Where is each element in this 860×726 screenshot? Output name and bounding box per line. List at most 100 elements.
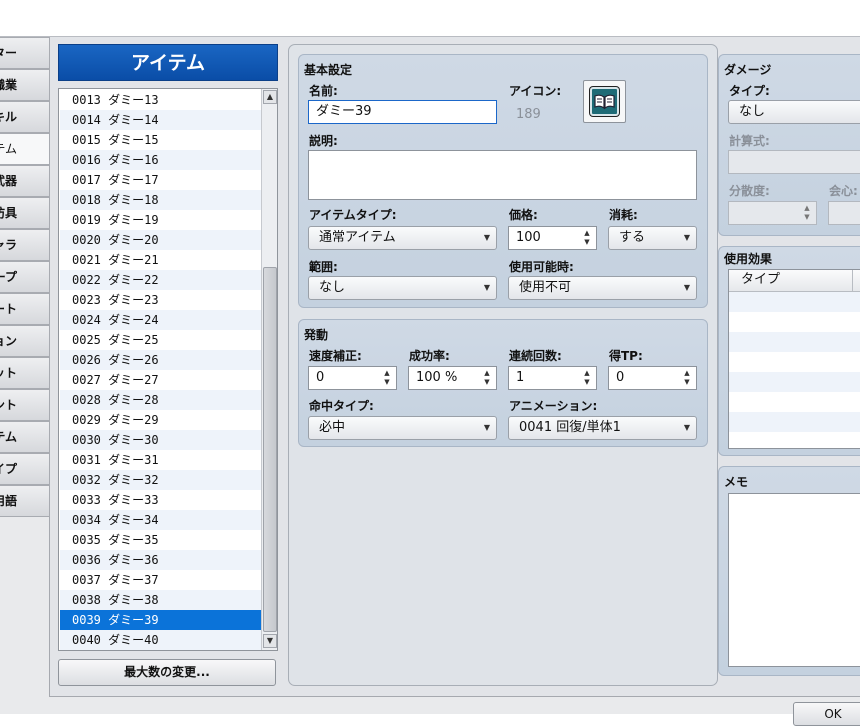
list-item[interactable]: 0018 ダミー18 [60, 190, 262, 210]
list-item[interactable]: 0036 ダミー36 [60, 550, 262, 570]
spinner-icon[interactable]: ▲ ▼ [582, 369, 592, 387]
list-item[interactable]: 0017 ダミー17 [60, 170, 262, 190]
list-item[interactable]: 0023 ダミー23 [60, 290, 262, 310]
table-row[interactable] [729, 332, 860, 352]
list-item[interactable]: 0019 ダミー19 [60, 210, 262, 230]
description-label: 説明: [309, 134, 338, 148]
tab-skills[interactable]: スキル [0, 101, 50, 133]
scroll-down-icon[interactable]: ▼ [263, 634, 277, 648]
scope-select[interactable]: なし ▼ [308, 276, 497, 300]
price-input[interactable]: 100 ▲ ▼ [508, 226, 597, 250]
ok-button[interactable]: OK [793, 702, 860, 726]
list-item[interactable]: 0034 ダミー34 [60, 510, 262, 530]
tab-armors[interactable]: 防具 [0, 197, 50, 229]
list-item[interactable]: 0022 ダミー22 [60, 270, 262, 290]
tab-system[interactable]: システム [0, 421, 50, 453]
icon-index: 189 [516, 107, 541, 122]
change-max-button[interactable]: 最大数の変更... [58, 659, 276, 686]
spinner-icon[interactable]: ▲ ▼ [382, 369, 392, 387]
tab-types[interactable]: タイプ [0, 453, 50, 485]
critical-select[interactable] [828, 201, 860, 225]
formula-input[interactable] [728, 150, 860, 174]
tab-classes[interactable]: 職業 [0, 69, 50, 101]
list-item[interactable]: 0038 ダミー38 [60, 590, 262, 610]
repeat-label: 連続回数: [509, 349, 562, 363]
icon-picker[interactable] [583, 80, 626, 123]
list-item[interactable]: 0014 ダミー14 [60, 110, 262, 130]
list-item[interactable]: 0040 ダミー40 [60, 630, 262, 650]
animation-select[interactable]: 0041 回復/単体1 ▼ [508, 416, 697, 440]
list-item[interactable]: 0028 ダミー28 [60, 390, 262, 410]
tp-label: 得TP: [609, 349, 643, 363]
scroll-up-icon[interactable]: ▲ [263, 90, 277, 104]
list-item[interactable]: 0037 ダミー37 [60, 570, 262, 590]
tab-troops[interactable]: 敵グループ [0, 261, 50, 293]
name-input[interactable]: ダミー39 [308, 100, 497, 124]
tab-weapons[interactable]: 武器 [0, 165, 50, 197]
speed-input[interactable]: 0 ▲ ▼ [308, 366, 397, 390]
list-scrollbar[interactable]: ▲ ▼ [261, 89, 277, 650]
repeat-input[interactable]: 1 ▲ ▼ [508, 366, 597, 390]
table-row[interactable] [729, 432, 860, 452]
list-item[interactable]: 0039 ダミー39 [60, 610, 262, 630]
memo-textarea[interactable] [728, 493, 860, 667]
damage-type-value: なし [739, 104, 766, 119]
list-item[interactable]: 0025 ダミー25 [60, 330, 262, 350]
hit-type-select[interactable]: 必中 ▼ [308, 416, 497, 440]
list-item[interactable]: 0027 ダミー27 [60, 370, 262, 390]
tp-input[interactable]: 0 ▲ ▼ [608, 366, 697, 390]
list-item[interactable]: 0029 ダミー29 [60, 410, 262, 430]
effects-col-content[interactable] [853, 270, 860, 292]
item-list[interactable]: 0013 ダミー13 0014 ダミー14 0015 ダミー15 0016 ダミー16… [58, 88, 278, 651]
spinner-icon[interactable]: ▲ ▼ [682, 369, 692, 387]
tab-actors[interactable]: アクター [0, 37, 50, 69]
consume-label: 消耗: [609, 208, 638, 222]
spinner-icon[interactable]: ▲ ▼ [802, 204, 812, 222]
table-row[interactable] [729, 412, 860, 432]
spinner-icon[interactable]: ▲ ▼ [582, 229, 592, 247]
list-item[interactable]: 0032 ダミー32 [60, 470, 262, 490]
list-item[interactable]: 0015 ダミー15 [60, 130, 262, 150]
tab-enemies[interactable]: 敵キャラ [0, 229, 50, 261]
list-item[interactable]: 0020 ダミー20 [60, 230, 262, 250]
list-item[interactable]: 0030 ダミー30 [60, 430, 262, 450]
table-row[interactable] [729, 392, 860, 412]
tab-tilesets[interactable]: タイルセット [0, 357, 50, 389]
list-item[interactable]: 0035 ダミー35 [60, 530, 262, 550]
speed-label: 速度補正: [309, 349, 362, 363]
hit-type-value: 必中 [319, 420, 346, 435]
tab-common-events[interactable]: コモンイベント [0, 389, 50, 421]
animation-value: 0041 回復/単体1 [519, 420, 621, 435]
item-type-select[interactable]: 通常アイテム ▼ [308, 226, 497, 250]
table-row[interactable] [729, 372, 860, 392]
list-item[interactable]: 0024 ダミー24 [60, 310, 262, 330]
effects-table[interactable]: タイプ [728, 269, 860, 449]
list-item[interactable]: 0016 ダミー16 [60, 150, 262, 170]
tab-states[interactable]: ステート [0, 293, 50, 325]
effects-col-type[interactable]: タイプ [729, 270, 853, 292]
damage-type-select[interactable]: なし [728, 100, 860, 124]
list-item[interactable]: 0021 ダミー21 [60, 250, 262, 270]
chevron-down-icon: ▼ [483, 283, 490, 292]
table-row[interactable] [729, 312, 860, 332]
success-input[interactable]: 100 % ▲ ▼ [408, 366, 497, 390]
chevron-down-icon: ▼ [483, 423, 490, 432]
list-item[interactable]: 0013 ダミー13 [60, 90, 262, 110]
list-item[interactable]: 0033 ダミー33 [60, 490, 262, 510]
variance-input[interactable]: ▲ ▼ [728, 201, 817, 225]
occasion-select[interactable]: 使用不可 ▼ [508, 276, 697, 300]
list-item[interactable]: 0031 ダミー31 [60, 450, 262, 470]
tab-items[interactable]: アイテム [0, 133, 50, 165]
table-row[interactable] [729, 352, 860, 372]
list-item[interactable]: 0026 ダミー26 [60, 350, 262, 370]
memo-title: メモ [724, 475, 749, 489]
consume-select[interactable]: する ▼ [608, 226, 697, 250]
table-row[interactable] [729, 292, 860, 312]
tab-terms[interactable]: 用語 [0, 485, 50, 517]
list-title: アイテム [58, 44, 278, 81]
scroll-thumb[interactable] [263, 267, 277, 632]
tab-animations[interactable]: アニメーション [0, 325, 50, 357]
description-textarea[interactable] [308, 150, 697, 200]
name-label: 名前: [309, 84, 338, 98]
spinner-icon[interactable]: ▲ ▼ [482, 369, 492, 387]
